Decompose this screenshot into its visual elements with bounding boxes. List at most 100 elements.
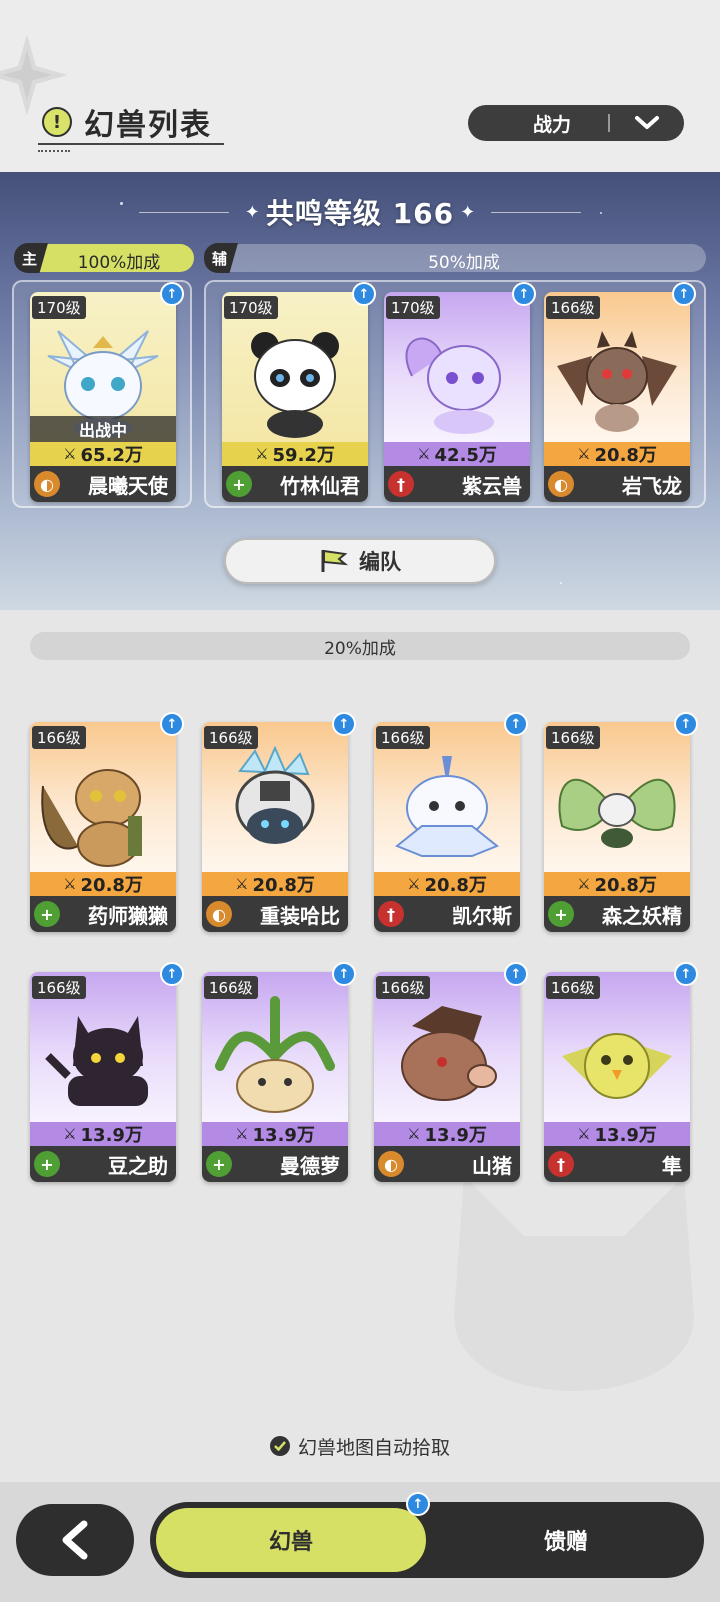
- main-bonus-label: 100%加成: [77, 253, 161, 273]
- pet-name-bar: + 森之妖精: [544, 896, 690, 932]
- pet-portrait-boar: [401, 1006, 497, 1101]
- upgrade-arrow-icon[interactable]: ↑: [160, 282, 184, 306]
- support-tag: 辅: [204, 243, 238, 273]
- header: ! 幻兽列表 战力: [0, 0, 720, 172]
- upgrade-arrow-icon[interactable]: ↑: [332, 962, 356, 986]
- swords-icon: ⚔: [255, 445, 269, 463]
- pet-name-bar: ◐ 重装哈比: [202, 896, 348, 932]
- pet-name: 隼: [662, 1153, 682, 1178]
- pet-portrait-fairy: [558, 779, 676, 848]
- team-button-label: 编队: [359, 550, 401, 574]
- pet-power: ⚔ 13.9万: [374, 1122, 520, 1146]
- pet-name: 豆之助: [108, 1153, 168, 1178]
- pet-portrait-otter: [41, 769, 142, 867]
- pet-name: 山猪: [472, 1153, 512, 1178]
- pet-power: ⚔ 20.8万: [374, 872, 520, 896]
- pet-power: ⚔ 20.8万: [30, 872, 176, 896]
- pet-name: 竹林仙君: [280, 473, 360, 498]
- pet-name-bar: † 隼: [544, 1146, 690, 1182]
- sword-icon: †: [378, 901, 404, 927]
- bench-pet-card[interactable]: 166级 ⚔ 20.8万 + 药师獭獭: [30, 722, 176, 932]
- bench-pet-card[interactable]: 166级 ⚔ 13.9万 † 隼: [544, 972, 690, 1182]
- pet-name: 曼德萝: [280, 1153, 340, 1178]
- bench-pet-card[interactable]: 166级 ⚔ 13.9万 ◐ 山猪: [374, 972, 520, 1182]
- pet-name: 重装哈比: [260, 903, 340, 928]
- team-formation-button[interactable]: 编队: [224, 538, 496, 584]
- upgrade-arrow-icon[interactable]: ↑: [504, 962, 528, 986]
- pet-name-bar: ◐ 晨曦天使: [30, 466, 176, 502]
- tab-pets-label: 幻兽: [268, 1530, 313, 1555]
- swords-icon: ⚔: [577, 875, 591, 893]
- shield-icon: ◐: [548, 471, 574, 497]
- tab-pets[interactable]: 幻兽: [154, 1506, 428, 1574]
- pet-name: 凯尔斯: [452, 903, 512, 928]
- upgrade-arrow-icon[interactable]: ↑: [406, 1492, 430, 1516]
- upgrade-arrow-icon[interactable]: ↑: [504, 712, 528, 736]
- main-pet-card[interactable]: 170级 出战中 ⚔ 65.2万 ◐ 晨曦天使: [30, 292, 176, 502]
- pet-name-bar: ◐ 山猪: [374, 1146, 520, 1182]
- swords-icon: ⚔: [417, 445, 431, 463]
- pet-portrait-falcon: [562, 1033, 672, 1099]
- upgrade-arrow-icon[interactable]: ↑: [332, 712, 356, 736]
- pet-name: 紫云兽: [462, 473, 522, 498]
- support-bonus-label: 50%加成: [428, 253, 500, 273]
- title-group: ! 幻兽列表: [42, 100, 212, 144]
- support-pet-card[interactable]: 170级 ⚔ 59.2万 + 竹林仙君: [222, 292, 368, 502]
- support-pet-card[interactable]: 170级 ⚔ 42.5万 † 紫云兽: [384, 292, 530, 502]
- pet-portrait-ziyun: [405, 337, 501, 434]
- bench-pet-card[interactable]: 166级 ⚔ 20.8万 ◐ 重装哈比: [202, 722, 348, 932]
- bench-pet-card[interactable]: 166级 ⚔ 13.9万 + 豆之助: [30, 972, 176, 1182]
- in-battle-label: 出战中: [30, 416, 176, 442]
- info-icon[interactable]: !: [42, 107, 72, 137]
- pet-name: 晨曦天使: [88, 473, 168, 498]
- back-button[interactable]: [16, 1504, 134, 1576]
- auto-pickup-toggle[interactable]: 幻兽地图自动拾取: [0, 1432, 720, 1460]
- pet-portrait-yanfeilong: [557, 331, 677, 432]
- shield-icon: ◐: [378, 1151, 404, 1177]
- sort-dropdown[interactable]: 战力: [468, 105, 684, 141]
- plus-icon: +: [548, 901, 574, 927]
- back-arrow-icon: [62, 1520, 88, 1560]
- upgrade-arrow-icon[interactable]: ↑: [512, 282, 536, 306]
- upgrade-arrow-icon[interactable]: ↑: [160, 712, 184, 736]
- upgrade-arrow-icon[interactable]: ↑: [674, 712, 698, 736]
- title-underline: [38, 143, 224, 145]
- pet-name-bar: ◐ 岩飞龙: [544, 466, 690, 502]
- upgrade-arrow-icon[interactable]: ↑: [674, 962, 698, 986]
- pet-name: 药师獭獭: [88, 903, 168, 928]
- checkbox-checked-icon[interactable]: [269, 1436, 290, 1456]
- pet-name-bar: + 竹林仙君: [222, 466, 368, 502]
- bench-pet-card[interactable]: 166级 ⚔ 20.8万 + 森之妖精: [544, 722, 690, 932]
- bench-bonus-label: 20%加成: [324, 638, 396, 659]
- auto-pickup-label: 幻兽地图自动拾取: [297, 1436, 450, 1459]
- pet-power: ⚔ 13.9万: [202, 1122, 348, 1146]
- pet-name-bar: † 紫云兽: [384, 466, 530, 502]
- support-pet-card[interactable]: 166级 ⚔ 20.8万 ◐ 岩飞龙: [544, 292, 690, 502]
- tab-gifts[interactable]: 馈赠: [428, 1502, 704, 1578]
- pet-power: ⚔ 20.8万: [544, 442, 690, 466]
- pet-portrait-mandrake: [215, 996, 335, 1113]
- page-title: 幻兽列表: [84, 108, 212, 143]
- pet-portrait-armored: [235, 746, 315, 844]
- swords-icon: ⚔: [577, 1125, 591, 1143]
- swords-icon: ⚔: [235, 875, 249, 893]
- upgrade-arrow-icon[interactable]: ↑: [352, 282, 376, 306]
- swords-icon: ⚔: [407, 875, 421, 893]
- bench-pet-card[interactable]: 166级 ⚔ 13.9万 + 曼德萝: [202, 972, 348, 1182]
- pet-power: ⚔ 20.8万: [202, 872, 348, 896]
- tab-gifts-label: 馈赠: [543, 1530, 588, 1555]
- pet-power: ⚔ 13.9万: [544, 1122, 690, 1146]
- upgrade-arrow-icon[interactable]: ↑: [160, 962, 184, 986]
- swords-icon: ⚔: [63, 875, 77, 893]
- plus-icon: +: [206, 1151, 232, 1177]
- bench-pet-card[interactable]: 166级 ⚔ 20.8万 † 凯尔斯: [374, 722, 520, 932]
- bottom-nav: 幻兽 馈赠 ↑: [0, 1482, 720, 1602]
- pet-name-bar: + 药师獭獭: [30, 896, 176, 932]
- upgrade-arrow-icon[interactable]: ↑: [672, 282, 696, 306]
- pet-power: ⚔ 20.8万: [544, 872, 690, 896]
- title-dots: [38, 150, 70, 152]
- pet-name: 岩飞龙: [622, 473, 682, 498]
- pet-power: ⚔ 42.5万: [384, 442, 530, 466]
- swords-icon: ⚔: [63, 445, 77, 463]
- pet-power: ⚔ 59.2万: [222, 442, 368, 466]
